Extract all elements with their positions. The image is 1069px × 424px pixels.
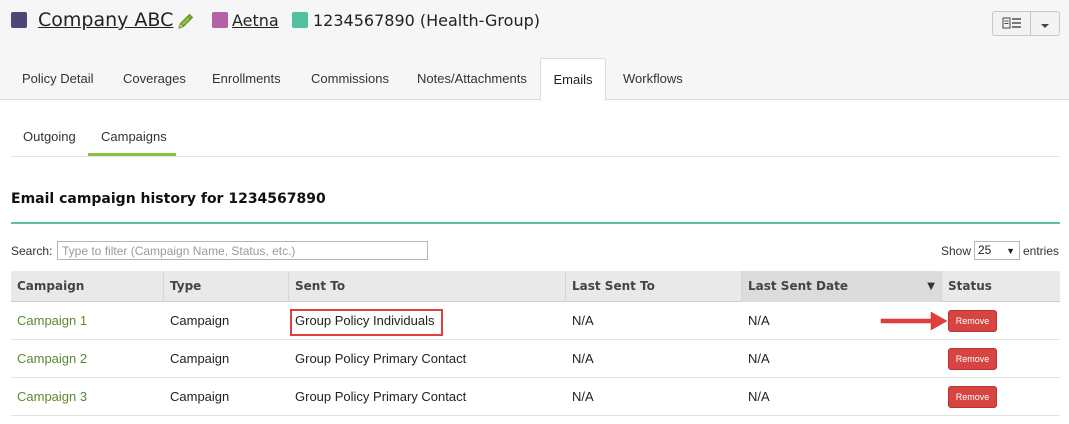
column-header-sent-to[interactable]: Sent To [289, 271, 566, 302]
column-header-campaign[interactable]: Campaign [11, 271, 164, 302]
company-name-link[interactable]: Company ABC [38, 9, 173, 31]
campaign-name-link[interactable]: Campaign 3 [11, 378, 87, 416]
subtab-campaigns[interactable]: Campaigns [101, 129, 167, 144]
show-label: Show [941, 244, 972, 258]
policy-color-swatch [292, 12, 308, 28]
campaign-type: Campaign [170, 313, 230, 328]
tab-notes-attachments[interactable]: Notes/Attachments [417, 58, 527, 100]
table-row: Campaign 3 Campaign Group Policy Primary… [11, 378, 1060, 416]
table-header: Campaign Type Sent To Last Sent To Last … [11, 271, 1060, 302]
company-color-swatch [11, 12, 27, 28]
remove-button[interactable]: Remove [948, 386, 997, 408]
carrier-color-swatch [212, 12, 228, 28]
column-header-status[interactable]: Status [942, 271, 1060, 302]
select-caret-icon: ▼ [1006, 246, 1015, 256]
last-sent-to-value: N/A [572, 389, 594, 404]
campaign-name-link[interactable]: Campaign 1 [11, 302, 87, 340]
tab-coverages[interactable]: Coverages [123, 58, 186, 100]
tab-emails[interactable]: Emails [540, 58, 606, 101]
sent-to-value: Group Policy Primary Contact [295, 389, 467, 404]
remove-button[interactable]: Remove [948, 348, 997, 370]
last-sent-date-value: N/A [748, 313, 770, 328]
annotation-arrow-icon [880, 311, 948, 331]
last-sent-date-value: N/A [748, 351, 770, 366]
last-sent-to-value: N/A [572, 313, 594, 328]
policy-header: Company ABC Aetna 1234567890 (Health-Gro… [0, 0, 1069, 58]
column-header-last-sent-date[interactable]: Last Sent Date ▼ [742, 271, 942, 302]
list-view-button[interactable] [993, 12, 1031, 35]
subtab-outgoing[interactable]: Outgoing [23, 129, 76, 144]
sent-to-value: Group Policy Primary Contact [295, 351, 467, 366]
tab-commissions[interactable]: Commissions [311, 58, 389, 100]
tab-enrollments[interactable]: Enrollments [212, 58, 281, 100]
view-options-button-group [992, 11, 1060, 36]
column-header-last-sent-to[interactable]: Last Sent To [566, 271, 742, 302]
search-input[interactable] [57, 241, 428, 260]
table-row: Campaign 1 Campaign Group Policy Individ… [11, 302, 1060, 340]
column-header-type[interactable]: Type [164, 271, 289, 302]
caret-down-icon [1040, 14, 1050, 33]
campaign-name-link[interactable]: Campaign 2 [11, 340, 87, 378]
page-size-value: 25 [978, 243, 992, 257]
entries-label: entries [1023, 244, 1060, 258]
list-view-icon [1002, 14, 1022, 33]
page-size-select[interactable]: 25 ▼ [974, 241, 1020, 260]
tab-policy-detail[interactable]: Policy Detail [22, 58, 94, 100]
last-sent-date-value: N/A [748, 389, 770, 404]
carrier-name-link[interactable]: Aetna [232, 11, 279, 30]
sort-descending-icon: ▼ [927, 281, 935, 292]
section-title: Email campaign history for 1234567890 [11, 191, 326, 207]
main-tab-bar: Policy Detail Coverages Enrollments Comm… [0, 58, 1069, 101]
campaign-type: Campaign [170, 389, 230, 404]
subtab-active-indicator [88, 153, 176, 156]
section-divider [11, 222, 1060, 224]
search-label: Search: [11, 244, 53, 258]
policy-number-label: 1234567890 (Health-Group) [313, 11, 540, 30]
highlight-box [290, 309, 443, 336]
last-sent-to-value: N/A [572, 351, 594, 366]
campaign-type: Campaign [170, 351, 230, 366]
edit-pencil-icon[interactable] [176, 11, 196, 31]
view-dropdown-button[interactable] [1031, 12, 1059, 35]
subtab-divider [11, 156, 1060, 157]
tab-workflows[interactable]: Workflows [623, 58, 683, 100]
table-row: Campaign 2 Campaign Group Policy Primary… [11, 340, 1060, 378]
remove-button[interactable]: Remove [948, 310, 997, 332]
